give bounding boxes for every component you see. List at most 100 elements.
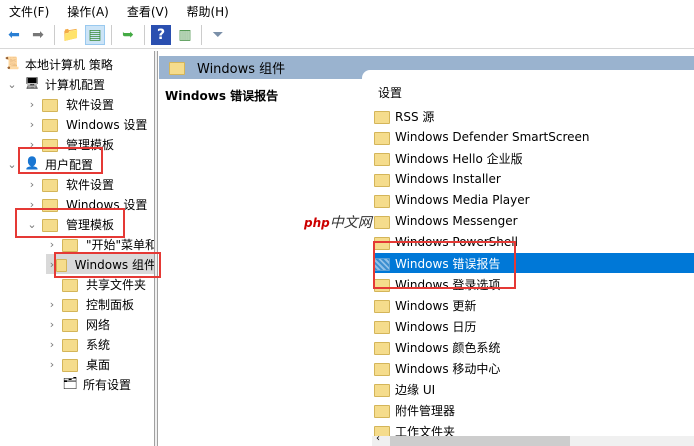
folder-icon [374, 383, 390, 397]
column-header-setting[interactable]: 设置 [378, 84, 402, 101]
menu-action[interactable]: 操作(A) [58, 3, 118, 20]
tree-item[interactable]: › 桌面 [46, 354, 110, 374]
scroll-left-icon[interactable]: ‹ [376, 433, 380, 444]
list-item-label: Windows Defender SmartScreen [395, 130, 590, 144]
list-item[interactable]: Windows Hello 企业版 [374, 148, 694, 168]
list-item-label: Windows 更新 [395, 298, 477, 313]
list-item-label: RSS 源 [395, 109, 435, 124]
folder-icon [374, 320, 390, 334]
help-icon[interactable]: ? [151, 25, 171, 45]
list-item[interactable]: Windows Installer [374, 169, 694, 189]
tree-label: 所有设置 [83, 377, 132, 392]
toolbar-separator [201, 25, 202, 45]
list-item-label: Windows 颜色系统 [395, 340, 501, 355]
back-arrow-icon[interactable]: ⬅ [4, 25, 24, 45]
folder-icon [374, 194, 390, 208]
tree-label: Windows 设置 [66, 117, 148, 132]
menu-bar: 文件(F) 操作(A) 查看(V) 帮助(H) [0, 0, 694, 22]
menu-file[interactable]: 文件(F) [0, 3, 58, 20]
toolbar-separator [54, 25, 55, 45]
tree-item[interactable]: 🗂 所有设置 [46, 374, 131, 394]
folder-icon [62, 338, 78, 352]
tree-label: 软件设置 [66, 177, 115, 192]
folder-icon [169, 62, 185, 75]
tree-label: 控制面板 [86, 297, 135, 312]
highlight-box [54, 252, 161, 278]
computer-icon: 🖥 [24, 76, 40, 90]
folder-icon [374, 404, 390, 418]
pane-splitter[interactable] [155, 51, 158, 446]
list-item[interactable]: Windows Defender SmartScreen [374, 127, 694, 147]
folder-icon [374, 110, 390, 124]
folder-icon [374, 341, 390, 355]
tree-item[interactable]: › 软件设置 [26, 94, 114, 114]
folder-icon [62, 358, 78, 372]
all-settings-icon: 🗂 [62, 376, 78, 390]
list-item-label: Windows Media Player [395, 193, 530, 207]
tree-label: 本地计算机 策略 [25, 57, 113, 72]
list-item[interactable]: Windows 移动中心 [374, 358, 694, 378]
list-item-label: Windows Installer [395, 172, 501, 186]
list-item-label: 边缘 UI [395, 382, 436, 397]
scrollbar-thumb[interactable] [390, 436, 570, 446]
show-hide-tree-icon[interactable]: ▤ [85, 25, 105, 45]
folder-icon [62, 298, 78, 312]
tree-item[interactable]: › 网络 [46, 314, 110, 334]
list-item[interactable]: 附件管理器 [374, 400, 694, 420]
list-item[interactable]: Windows Messenger [374, 211, 694, 231]
forward-arrow-icon[interactable]: ➡ [28, 25, 48, 45]
export-list-icon[interactable]: ➥ [118, 25, 138, 45]
list-item[interactable]: Windows 颜色系统 [374, 337, 694, 357]
tree-label: 软件设置 [66, 97, 115, 112]
show-action-pane-icon[interactable]: ▥ [175, 25, 195, 45]
folder-icon [42, 118, 58, 132]
list-item-label: Windows 移动中心 [395, 361, 501, 376]
tree-label: 桌面 [86, 357, 111, 372]
list-item[interactable]: Windows Media Player [374, 190, 694, 210]
list-item[interactable]: Windows 日历 [374, 316, 694, 336]
list-item[interactable]: 边缘 UI [374, 379, 694, 399]
tree-label: 共享文件夹 [86, 277, 147, 292]
horizontal-scrollbar[interactable]: ‹ [372, 433, 694, 446]
list-item-label: 附件管理器 [395, 403, 456, 418]
menu-help[interactable]: 帮助(H) [177, 3, 237, 20]
tree-label: 网络 [86, 317, 111, 332]
folder-icon [374, 362, 390, 376]
tree-computer-config[interactable]: ⌄ 🖥 计算机配置 [6, 74, 105, 94]
tree-item[interactable]: › 软件设置 [26, 174, 114, 194]
list-item[interactable]: RSS 源 [374, 106, 694, 126]
folder-icon [374, 152, 390, 166]
list-item-label: Windows Hello 企业版 [395, 151, 523, 166]
description-title: Windows 错误报告 [165, 89, 279, 103]
list-item[interactable]: Windows 更新 [374, 295, 694, 315]
folder-icon [374, 131, 390, 145]
folder-icon [374, 299, 390, 313]
folder-icon [42, 178, 58, 192]
highlight-box [373, 241, 516, 289]
folder-icon [62, 238, 78, 252]
folder-icon [42, 98, 58, 112]
chevron-down-icon[interactable]: ⌄ [6, 78, 18, 91]
folder-icon [374, 173, 390, 187]
tree-label: "开始"菜单和 [86, 237, 155, 252]
folder-icon [62, 318, 78, 332]
highlight-box [15, 208, 125, 238]
tree-pane: 📜 本地计算机 策略 ⌄ 🖥 计算机配置 › 软件设置 › Windows 设置 › 管理模… [0, 51, 155, 446]
tree-item[interactable]: › Windows 设置 [26, 114, 147, 134]
folder-icon [374, 215, 390, 229]
watermark-logo: php中文网 [304, 215, 372, 231]
header-title: Windows 组件 [197, 62, 286, 77]
tree-label: 计算机配置 [45, 77, 106, 92]
toolbar-separator [111, 25, 112, 45]
tree-item[interactable]: › 系统 [46, 334, 110, 354]
menu-view[interactable]: 查看(V) [118, 3, 178, 20]
tree-item[interactable]: › 控制面板 [46, 294, 134, 314]
policy-scroll-icon: 📜 [4, 56, 20, 70]
toolbar-separator [144, 25, 145, 45]
up-folder-icon[interactable]: 📁 [61, 25, 81, 45]
chevron-down-icon[interactable]: ⌄ [6, 158, 18, 171]
list-item-label: Windows 日历 [395, 319, 477, 334]
toolbar: ⬅ ➡ 📁 ▤ ➥ ? ▥ ⏷ [0, 22, 694, 49]
filter-icon[interactable]: ⏷ [208, 25, 228, 45]
tree-root[interactable]: 📜 本地计算机 策略 [4, 54, 113, 74]
